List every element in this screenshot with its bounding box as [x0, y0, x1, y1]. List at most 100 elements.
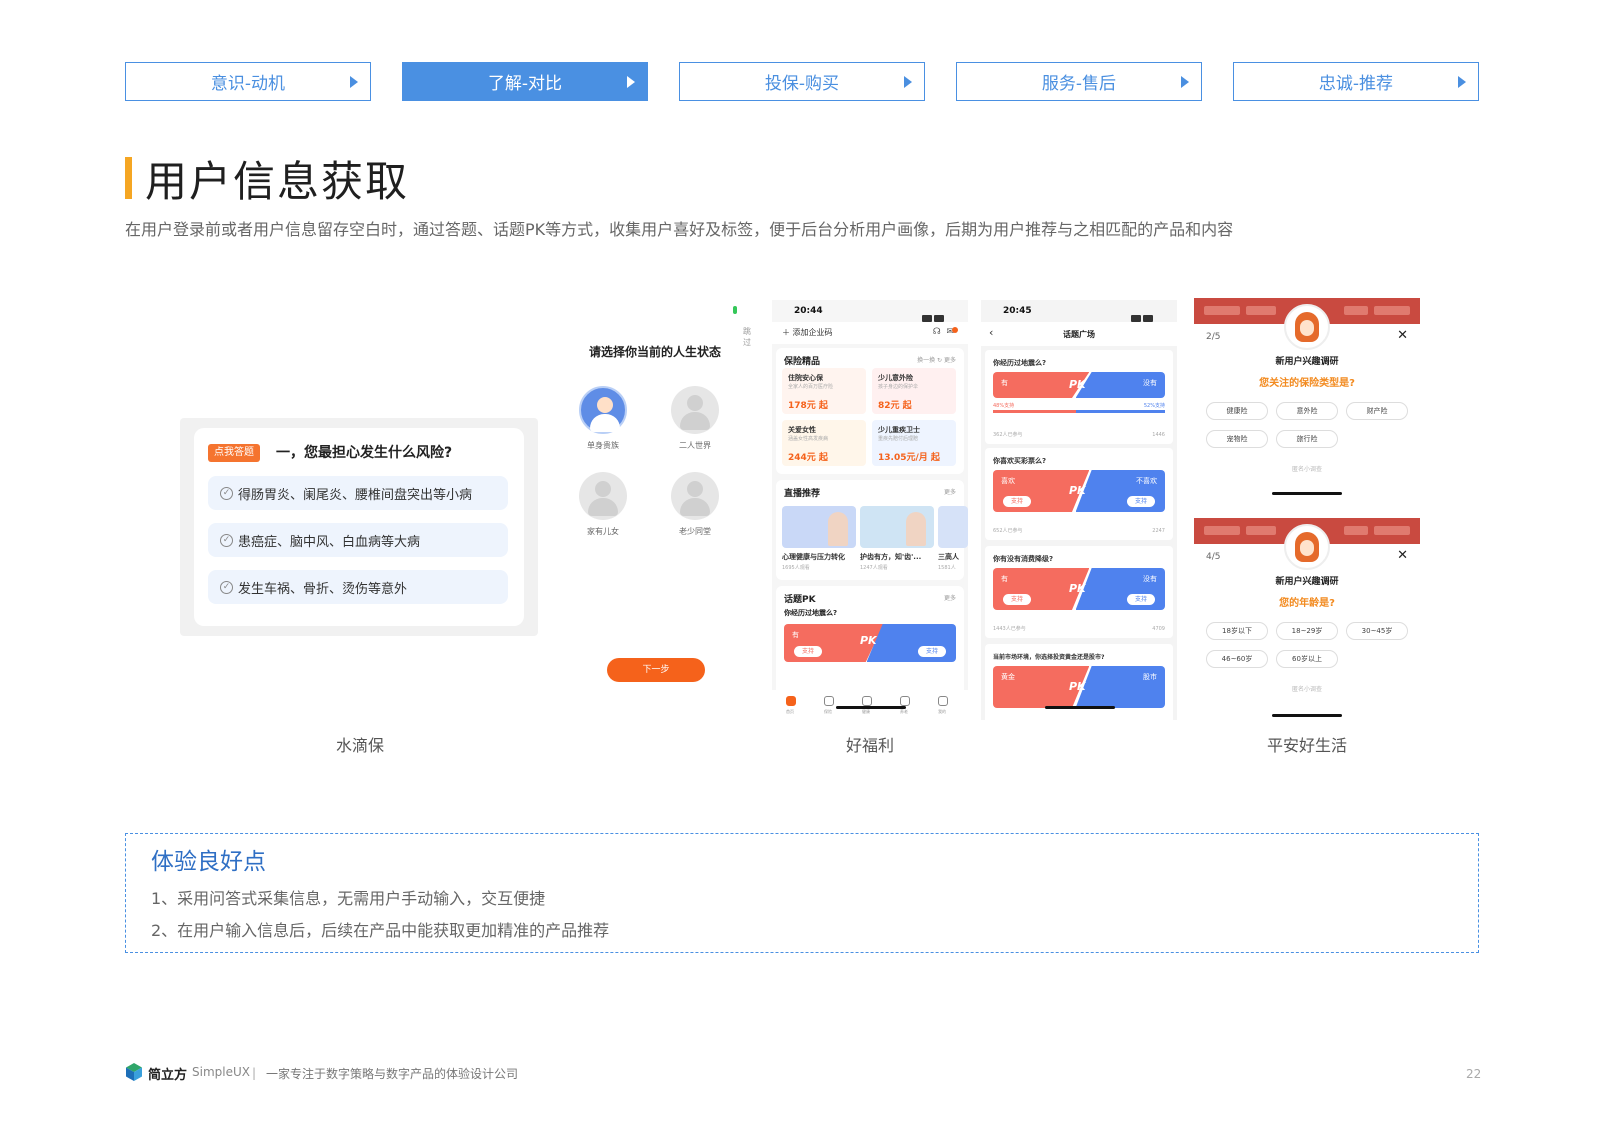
tab-loyalty[interactable]: 忠诚-推荐: [1233, 62, 1479, 101]
page-subtitle: 在用户登录前或者用户信息留存空白时，通过答题、话题PK等方式，收集用户喜好及标签…: [125, 220, 1234, 239]
next-button[interactable]: 下一步: [607, 658, 705, 682]
home-icon[interactable]: [786, 696, 796, 706]
life-status-screenshot: 跳过 请选择你当前的人生状态 单身贵族 二人世界 家有儿女 老少同堂 下一步: [565, 300, 751, 700]
survey-chip[interactable]: 46~60岁: [1206, 650, 1268, 668]
live-viewers: 1247人观看: [860, 565, 888, 571]
life-option-label: 二人世界: [679, 441, 711, 450]
banner-tag: [1246, 526, 1276, 535]
product-price: 244元 起: [788, 453, 828, 463]
pk-label: PK: [1069, 680, 1086, 693]
survey-heading: 新用户兴趣调研: [1275, 357, 1339, 367]
tab-awareness[interactable]: 意识-动机: [125, 62, 371, 101]
product-card[interactable]: 少儿重疾卫士 重疾先赔付后理赔 13.05元/月 起: [872, 420, 956, 466]
tab-compare[interactable]: 了解-对比: [402, 62, 648, 101]
pingan-survey-age: 4/5 ✕ 新用户兴趣调研 您的年龄是? 18岁以下 18~29岁 30~45岁…: [1194, 518, 1420, 728]
live-card[interactable]: [938, 506, 968, 548]
close-icon[interactable]: ✕: [1397, 548, 1408, 563]
triangle-right-icon: [904, 76, 912, 88]
caption-pingan: 平安好生活: [1266, 736, 1347, 755]
tab-label: 保险: [824, 709, 832, 714]
survey-chip[interactable]: 宠物险: [1206, 430, 1268, 448]
status-time: 20:45: [1003, 306, 1032, 316]
person-icon: [597, 397, 613, 413]
banner-tag: [1246, 306, 1276, 315]
topic-page-title: 话题广场: [1063, 330, 1095, 339]
close-icon[interactable]: ✕: [1397, 328, 1408, 343]
product-card[interactable]: 少儿意外险 孩子身边的保护伞 82元 起: [872, 368, 956, 414]
elder-icon: [687, 481, 703, 497]
more-link[interactable]: 更多: [944, 487, 956, 496]
survey-chip[interactable]: 意外险: [1276, 402, 1338, 420]
right-ratio: 52%支持: [1143, 403, 1165, 409]
survey-chip[interactable]: 18~29岁: [1276, 622, 1338, 640]
section-title: 话题PK: [784, 595, 816, 605]
pk-right-label: 股市: [1143, 673, 1157, 681]
page-title: 用户信息获取: [145, 157, 410, 206]
refresh-more-link[interactable]: 换一换 ↻ 更多: [917, 355, 956, 364]
headset-icon[interactable]: ☊: [933, 327, 941, 337]
tab-purchase[interactable]: 投保-购买: [679, 62, 925, 101]
footer-brand: 简立方: [148, 1068, 188, 1083]
survey-chip[interactable]: 财产险: [1346, 402, 1408, 420]
topic-question: 当前市场环境，你选择投资黄金还是股市?: [993, 654, 1105, 661]
quiz-option[interactable]: ✓ 发生车祸、骨折、烫伤等意外: [208, 570, 508, 604]
profile-icon[interactable]: [938, 696, 948, 706]
support-right-button[interactable]: 支持: [1127, 594, 1155, 605]
survey-step: 2/5: [1206, 332, 1221, 342]
person-body: [588, 498, 618, 516]
support-left-button[interactable]: 支持: [1003, 594, 1031, 605]
view-count: 2247: [1152, 528, 1165, 534]
support-right-button[interactable]: 支持: [918, 646, 946, 657]
live-card[interactable]: [782, 506, 856, 548]
survey-chip[interactable]: 健康险: [1206, 402, 1268, 420]
shield-icon[interactable]: [824, 696, 834, 706]
pk-right-label: 没有: [1143, 379, 1157, 387]
view-count: 4709: [1152, 626, 1165, 632]
pk-label: PK: [1069, 378, 1086, 391]
product-card[interactable]: 住院安心保 全家人的百万医疗险 178元 起: [782, 368, 866, 414]
health-icon[interactable]: [862, 696, 872, 706]
survey-chip[interactable]: 60岁以上: [1276, 650, 1338, 668]
survey-chip[interactable]: 18岁以下: [1206, 622, 1268, 640]
product-card[interactable]: 关爱女性 涵盖女性高发疾病 244元 起: [782, 420, 866, 466]
live-title: 护齿有方，知'齿'...: [860, 553, 922, 561]
avatar-couple[interactable]: [671, 386, 719, 434]
pk-bar: 喜欢 PK 不喜欢 支持 支持: [993, 470, 1165, 512]
avatar-multi-generation[interactable]: [671, 472, 719, 520]
support-left-button[interactable]: 支持: [794, 646, 822, 657]
product-name: 少儿意外险: [878, 374, 913, 382]
quiz-option-label: 发生车祸、骨折、烫伤等意外: [238, 581, 408, 597]
tab-service[interactable]: 服务-售后: [956, 62, 1202, 101]
bottom-tabbar: 首页 保险 健康 养老 我的: [772, 690, 968, 720]
footer-tagline: 一家专注于数字策略与数字产品的体验设计公司: [266, 1067, 519, 1081]
quiz-option-label: 患癌症、脑中风、白血病等大病: [238, 534, 421, 550]
add-company-button[interactable]: ＋ 添加企业码: [782, 327, 833, 338]
live-title: 心理健康与压力转化: [782, 553, 845, 561]
avatar-single[interactable]: [579, 386, 627, 434]
quiz-option-label: 得肠胃炎、阑尾炎、腰椎间盘突出等小病: [238, 487, 473, 503]
survey-question: 您关注的保险类型是?: [1259, 378, 1355, 389]
more-link[interactable]: 更多: [944, 593, 956, 602]
elderly-icon[interactable]: [900, 696, 910, 706]
add-company-label: 添加企业码: [792, 328, 833, 337]
triangle-right-icon: [350, 76, 358, 88]
highlight-item: 2、在用户输入信息后，后续在产品中能获取更加精准的产品推荐: [151, 921, 610, 940]
banner-tag: [1204, 526, 1240, 535]
check-circle-icon: ✓: [220, 533, 233, 547]
status-icons: [920, 307, 954, 341]
support-left-button[interactable]: 支持: [1003, 496, 1031, 507]
avatar-family[interactable]: [579, 472, 627, 520]
banner-tag: [1344, 306, 1368, 315]
survey-chip[interactable]: 30~45岁: [1346, 622, 1408, 640]
support-right-button[interactable]: 支持: [1127, 496, 1155, 507]
left-ratio: 48%支持: [993, 403, 1015, 409]
product-desc: 涵盖女性高发疾病: [788, 436, 829, 442]
survey-chip[interactable]: 旅行险: [1276, 430, 1338, 448]
person-body: [680, 498, 710, 516]
check-circle-icon: ✓: [220, 580, 233, 594]
pk-label: PK: [860, 634, 877, 647]
section-title: 直播推荐: [784, 489, 821, 499]
quiz-option[interactable]: ✓ 患癌症、脑中风、白血病等大病: [208, 523, 508, 557]
quiz-option[interactable]: ✓ 得肠胃炎、阑尾炎、腰椎间盘突出等小病: [208, 476, 508, 510]
live-card[interactable]: [860, 506, 934, 548]
